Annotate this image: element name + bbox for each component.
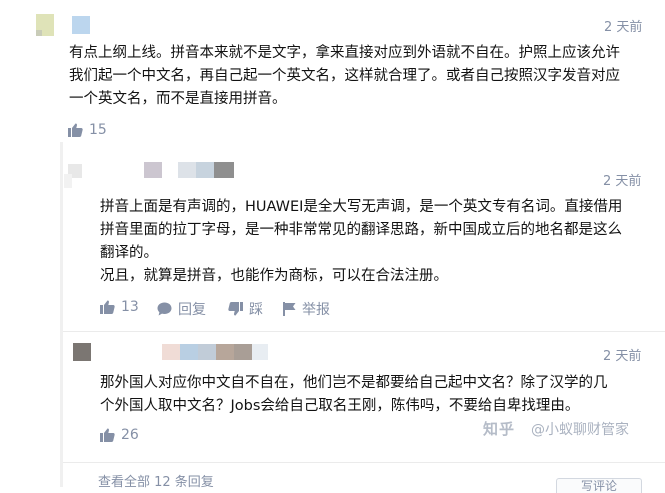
thumbs-up-icon bbox=[100, 428, 115, 442]
reply-divider bbox=[63, 331, 665, 332]
username-blur bbox=[216, 344, 234, 360]
reply-time: 2 天前 bbox=[603, 349, 642, 364]
like-button[interactable]: 13 bbox=[100, 299, 139, 315]
reply-text-line: 况且，就算是拼音，也能作为商标，可以在合法注册。 bbox=[100, 268, 448, 284]
zhihu-logo-watermark: 知乎 bbox=[483, 420, 516, 438]
comment-text-line: 我们起一个中文名，再自己起一个英文名，这样就合理了。或者自己按照汉字发音对应 bbox=[69, 68, 620, 84]
reply-text-line: 拼音上面是有声调的，HUAWEI是全大写无声调，是一个英文专有名词。直接借用 bbox=[100, 199, 623, 215]
like-button[interactable]: 26 bbox=[100, 427, 139, 443]
write-comment-button[interactable]: 写评论 bbox=[556, 478, 642, 493]
like-count: 26 bbox=[121, 427, 139, 443]
thumbs-up-icon bbox=[100, 300, 115, 314]
avatar[interactable] bbox=[73, 343, 91, 361]
report-button[interactable]: 举报 bbox=[283, 299, 330, 319]
username-blur bbox=[180, 344, 198, 360]
dislike-label: 踩 bbox=[249, 302, 263, 318]
reply-1: 2 天前 拼音上面是有声调的，HUAWEI是全大写无声调，是一个英文专有名词。直… bbox=[0, 142, 665, 327]
report-label: 举报 bbox=[302, 302, 330, 318]
avatar-edge bbox=[64, 174, 72, 188]
reply-text-line: 个外国人取中文名？Jobs会给自己取名王刚，陈伟吗，不要给自卑找理由。 bbox=[100, 398, 580, 414]
username-blur bbox=[234, 344, 252, 360]
reply-text-line: 那外国人对应你中文自不自在，他们岂不是都要给自己起中文名？除了汉学的几 bbox=[100, 375, 608, 391]
reply-text-line: 翻译的。 bbox=[100, 245, 158, 261]
thumbs-down-icon bbox=[228, 302, 243, 316]
username-blur[interactable] bbox=[144, 162, 162, 178]
like-button[interactable]: 15 bbox=[68, 122, 107, 138]
like-count: 13 bbox=[121, 299, 139, 315]
comment-time: 2 天前 bbox=[604, 20, 643, 35]
author-watermark: @小蚁聊财管家 bbox=[531, 422, 629, 438]
username-blur[interactable] bbox=[162, 344, 180, 360]
dislike-button[interactable]: 踩 bbox=[228, 299, 263, 319]
comment-text-line: 有点上纲上线。拼音本来就不是文字，拿来直接对应到外语就不自在。护照上应该允许 bbox=[69, 45, 620, 61]
reply-label: 回复 bbox=[178, 302, 206, 318]
reply-button[interactable]: 回复 bbox=[157, 299, 206, 319]
reply-time: 2 天前 bbox=[603, 174, 642, 189]
reply-text-line: 拼音里面的拉丁字母，是一种非常常见的翻译思路，新中国成立后的地名都是这么 bbox=[100, 222, 622, 238]
reply-divider bbox=[63, 462, 665, 463]
username-blur bbox=[196, 162, 214, 178]
view-all-replies-link[interactable]: 查看全部 12 条回复 bbox=[98, 471, 214, 490]
comment-text-line: 一个英文名，而不是直接用拼音。 bbox=[69, 91, 287, 107]
username-blur bbox=[198, 344, 216, 360]
username-blur bbox=[214, 162, 234, 178]
username-blur bbox=[178, 162, 196, 178]
thumbs-up-icon bbox=[68, 123, 83, 137]
username-blur[interactable] bbox=[72, 16, 90, 34]
write-comment-label: 写评论 bbox=[580, 479, 617, 493]
avatar-edge bbox=[36, 30, 42, 36]
flag-icon bbox=[283, 302, 296, 316]
comment-main: 2 天前 有点上纲上线。拼音本来就不是文字，拿来直接对应到外语就不自在。护照上应… bbox=[0, 0, 665, 142]
reply-icon bbox=[157, 302, 172, 316]
like-count: 15 bbox=[89, 122, 107, 138]
username-blur bbox=[252, 344, 268, 360]
